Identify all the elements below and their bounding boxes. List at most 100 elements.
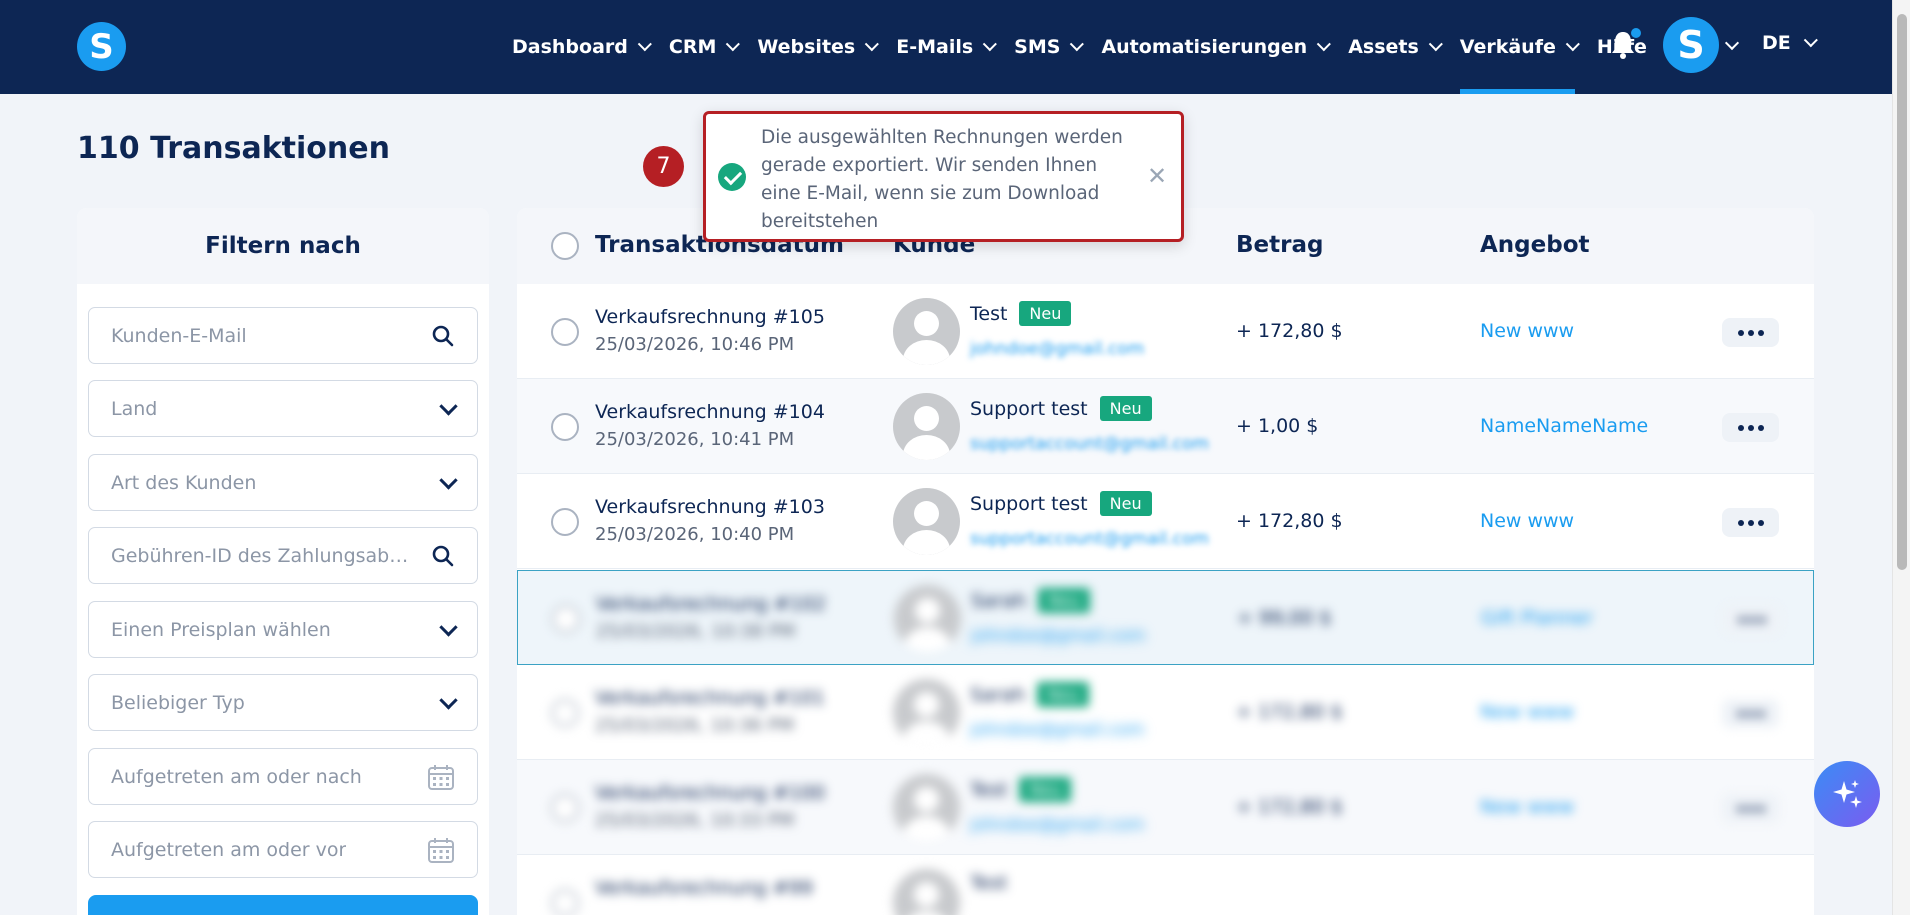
row-select-radio[interactable]: [551, 794, 579, 822]
chevron-down-icon: [1428, 37, 1443, 52]
table-row[interactable]: Verkaufsrechnung #100 25/03/2026, 10:33 …: [517, 760, 1814, 855]
payment-charge-id-field[interactable]: Gebühren-ID des Zahlungsabwic...: [88, 527, 478, 584]
more-actions-button[interactable]: [1722, 508, 1779, 537]
more-actions-button[interactable]: [1722, 794, 1779, 823]
close-icon[interactable]: ✕: [1147, 164, 1167, 188]
offer-link[interactable]: New www: [1480, 796, 1574, 818]
invoice-number[interactable]: Verkaufsrechnung #104: [595, 401, 825, 423]
customer-email[interactable]: johndoe@gmail.com: [970, 815, 1144, 835]
sparkle-icon: [1833, 780, 1862, 808]
customer-name[interactable]: Support test Neu: [970, 396, 1152, 421]
search-icon[interactable]: [431, 544, 455, 568]
transaction-date: 25/03/2026, 10:38 PM: [596, 621, 796, 642]
nav-item-emails[interactable]: E-Mails: [896, 0, 998, 94]
table-row[interactable]: Verkaufsrechnung #105 25/03/2026, 10:46 …: [517, 284, 1814, 379]
chevron-down-icon: [982, 37, 998, 52]
table-row[interactable]: Verkaufsrechnung #104 25/03/2026, 10:41 …: [517, 379, 1814, 474]
invoice-number[interactable]: Verkaufsrechnung #102: [596, 593, 826, 615]
ai-assistant-button[interactable]: [1814, 761, 1880, 827]
field-placeholder: Kunden-E-Mail: [111, 324, 247, 347]
filter-heading: Filtern nach: [77, 208, 489, 284]
table-row[interactable]: Verkaufsrechnung #102 25/03/2026, 10:38 …: [517, 570, 1814, 665]
row-select-radio[interactable]: [551, 508, 579, 536]
type-select[interactable]: Beliebiger Typ: [88, 674, 478, 731]
invoice-number[interactable]: Verkaufsrechnung #103: [595, 496, 825, 518]
offer-link[interactable]: New www: [1480, 320, 1574, 342]
amount: + 172,80 $: [1236, 320, 1343, 342]
amount: + 172,80 $: [1236, 701, 1343, 723]
customer-avatar: [893, 869, 960, 915]
page-scrollbar[interactable]: [1892, 0, 1910, 915]
row-select-radio[interactable]: [552, 605, 580, 633]
row-select-radio[interactable]: [551, 699, 579, 727]
nav-item-label: Assets: [1348, 36, 1419, 58]
offer-link[interactable]: New www: [1480, 510, 1574, 532]
nav-item-crm[interactable]: CRM: [669, 0, 741, 94]
table-row[interactable]: Verkaufsrechnung #103 25/03/2026, 10:40 …: [517, 474, 1814, 569]
occurred-after-date-field[interactable]: Aufgetreten am oder nach: [88, 748, 478, 805]
chevron-down-icon: [439, 470, 458, 490]
customer-name[interactable]: Sarah Neu: [971, 588, 1091, 613]
row-select-radio[interactable]: [551, 889, 579, 915]
nav-item-websites[interactable]: Websites: [757, 0, 880, 94]
chevron-down-icon: [1565, 37, 1580, 52]
select-all-radio[interactable]: [551, 232, 579, 260]
occurred-before-date-field[interactable]: Aufgetreten am oder vor: [88, 821, 478, 878]
row-select-radio[interactable]: [551, 318, 579, 346]
customer-type-select[interactable]: Art des Kunden: [88, 454, 478, 511]
invoice-number[interactable]: Verkaufsrechnung #105: [595, 306, 825, 328]
customer-email[interactable]: supportaccount@gmail.com: [970, 434, 1209, 454]
column-header-amount[interactable]: Betrag: [1236, 232, 1323, 258]
language-selector[interactable]: DE: [1762, 32, 1818, 54]
customer-avatar: [893, 298, 960, 365]
nav-item-sms[interactable]: SMS: [1014, 0, 1085, 94]
customer-email-field[interactable]: Kunden-E-Mail: [88, 307, 478, 364]
status-badge: Neu: [1019, 777, 1072, 802]
customer-email[interactable]: johndoe@gmail.com: [970, 339, 1144, 359]
customer-name[interactable]: Sarah Neu: [970, 682, 1090, 707]
table-row[interactable]: Verkaufsrechnung #99 Test: [517, 855, 1814, 915]
customer-avatar: [893, 774, 960, 841]
status-badge: Neu: [1038, 588, 1091, 613]
more-actions-button[interactable]: [1722, 318, 1779, 347]
customer-name[interactable]: Test Neu: [970, 777, 1072, 802]
invoice-number[interactable]: Verkaufsrechnung #99: [595, 877, 813, 899]
customer-email[interactable]: supportaccount@gmail.com: [970, 529, 1209, 549]
customer-name-text: Sarah: [971, 589, 1027, 612]
nav-item-automatisierungen[interactable]: Automatisierungen: [1101, 0, 1332, 94]
field-placeholder: Aufgetreten am oder nach: [111, 765, 362, 788]
chevron-down-icon: [726, 37, 741, 52]
calendar-icon[interactable]: [427, 763, 455, 791]
app-logo[interactable]: S: [77, 22, 126, 71]
more-actions-button[interactable]: [1722, 413, 1779, 442]
customer-avatar: [893, 393, 960, 460]
chevron-down-icon[interactable]: [1724, 35, 1740, 51]
nav-item-dashboard[interactable]: Dashboard: [512, 0, 652, 94]
nav-item-verkaufe[interactable]: Verkäufe: [1459, 0, 1580, 94]
more-actions-button[interactable]: [1722, 699, 1779, 728]
field-placeholder: Land: [111, 397, 158, 420]
customer-name[interactable]: Test Neu: [970, 301, 1072, 326]
customer-name[interactable]: Test: [970, 872, 1007, 894]
customer-name[interactable]: Support test Neu: [970, 491, 1152, 516]
scrollbar-thumb[interactable]: [1897, 14, 1907, 570]
price-plan-select[interactable]: Einen Preisplan wählen: [88, 601, 478, 658]
offer-link[interactable]: Gift Planner: [1481, 607, 1593, 629]
customer-email[interactable]: johndoe@gmail.com: [970, 720, 1144, 740]
nav-item-assets[interactable]: Assets: [1348, 0, 1443, 94]
row-select-radio[interactable]: [551, 413, 579, 441]
table-row[interactable]: Verkaufsrechnung #101 25/03/2026, 10:36 …: [517, 665, 1814, 760]
invoice-number[interactable]: Verkaufsrechnung #101: [595, 687, 825, 709]
calendar-icon[interactable]: [427, 836, 455, 864]
search-icon[interactable]: [431, 324, 455, 348]
invoice-number[interactable]: Verkaufsrechnung #100: [595, 782, 825, 804]
offer-link[interactable]: New www: [1480, 701, 1574, 723]
more-actions-button[interactable]: [1723, 605, 1780, 634]
nav-item-label: Dashboard: [512, 36, 628, 58]
apply-filter-button[interactable]: [88, 895, 478, 915]
column-header-offer[interactable]: Angebot: [1480, 232, 1590, 258]
country-select[interactable]: Land: [88, 380, 478, 437]
customer-email[interactable]: johndoe@gmail.com: [971, 626, 1145, 646]
offer-link[interactable]: NameNameName: [1480, 415, 1648, 437]
user-avatar[interactable]: S: [1663, 17, 1719, 73]
